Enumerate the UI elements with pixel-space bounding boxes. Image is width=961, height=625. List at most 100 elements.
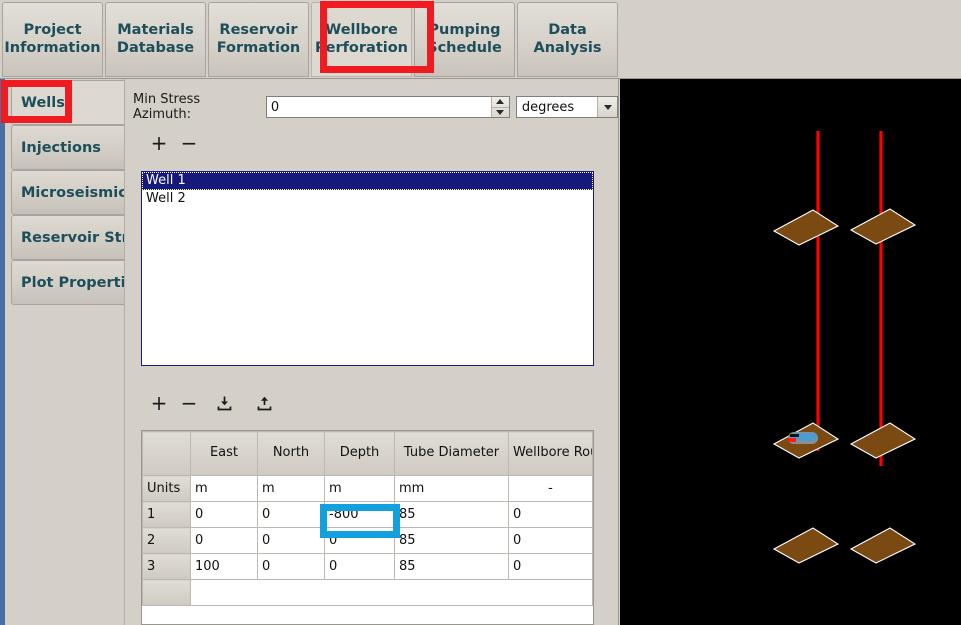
row-header[interactable]: Units xyxy=(142,475,191,502)
cell-depth[interactable]: -800 xyxy=(324,501,395,528)
list-item[interactable]: Well 1 xyxy=(142,172,593,190)
min-stress-azimuth-row: Min Stress Azimuth: degrees xyxy=(133,92,618,122)
application-window: Project Information Materials Database R… xyxy=(0,0,961,625)
min-stress-azimuth-label: Min Stress Azimuth: xyxy=(133,92,201,122)
cell-east[interactable]: m xyxy=(190,475,258,502)
wells-editor-panel: Min Stress Azimuth: degrees xyxy=(126,79,619,625)
row-header[interactable] xyxy=(142,579,191,606)
sidebar-item-injections[interactable]: Injections xyxy=(11,125,124,170)
wells-list[interactable]: Well 1 Well 2 xyxy=(141,171,594,366)
table-header-row: East North Depth Tube Diameter Wellbore … xyxy=(142,431,593,476)
sidebar-item-microseismic[interactable]: Microseismic xyxy=(11,170,125,215)
tab-materials-database[interactable]: Materials Database xyxy=(105,2,206,77)
column-header-index[interactable] xyxy=(142,431,191,476)
cell-east[interactable]: 100 xyxy=(190,553,258,580)
sidebar-item-wells[interactable]: Wells xyxy=(11,80,124,125)
add-well-button[interactable]: + xyxy=(144,129,174,157)
tab-reservoir-formation[interactable]: Reservoir Formation xyxy=(208,2,309,77)
cell-north[interactable]: 0 xyxy=(257,501,325,528)
cell-north[interactable]: m xyxy=(257,475,325,502)
table-row[interactable]: Units m m m mm - xyxy=(142,475,593,502)
tab-line2: Information xyxy=(4,39,101,56)
cell-east[interactable]: 0 xyxy=(190,501,258,528)
tab-project-information[interactable]: Project Information xyxy=(2,2,103,77)
cell-tube-diameter[interactable]: mm xyxy=(394,475,509,502)
well-points-table[interactable]: East North Depth Tube Diameter Wellbore … xyxy=(141,430,594,625)
column-header-north[interactable]: North xyxy=(257,431,325,476)
perforation-red-tip xyxy=(788,438,796,442)
column-header-east[interactable]: East xyxy=(190,431,258,476)
wellbore-3d-viewport[interactable] xyxy=(620,79,961,625)
table-body: Units m m m mm - 1 0 0 -800 85 0 2 0 0 0… xyxy=(142,475,593,606)
sidebar-item-reservoir-stress[interactable]: Reservoir Stre xyxy=(11,215,124,260)
tab-line1: Materials xyxy=(117,21,194,38)
table-row[interactable]: 1 0 0 -800 85 0 xyxy=(142,501,593,528)
tab-data-analysis[interactable]: Data Analysis xyxy=(517,2,618,77)
row-header[interactable]: 1 xyxy=(142,501,191,528)
column-header-wellbore-roughness[interactable]: Wellbore Roughness xyxy=(508,431,593,476)
export-button[interactable] xyxy=(244,389,284,417)
cell-north[interactable]: 0 xyxy=(257,527,325,554)
min-stress-azimuth-spinner[interactable] xyxy=(265,96,510,118)
row-header[interactable]: 3 xyxy=(142,553,191,580)
tab-materials-database-label: Materials Database xyxy=(114,22,197,57)
import-button[interactable] xyxy=(204,389,244,417)
tab-data-analysis-label: Data Analysis xyxy=(531,22,605,57)
cell-wellbore-roughness[interactable]: 0 xyxy=(508,527,593,554)
wells-list-toolbar: + − xyxy=(144,129,204,157)
tab-line1: Wellbore xyxy=(325,21,398,38)
tab-line2: Schedule xyxy=(427,39,502,56)
azimuth-unit-dropdown[interactable]: degrees xyxy=(515,96,618,118)
upload-icon xyxy=(257,396,271,410)
cell-empty[interactable] xyxy=(190,579,593,606)
sidebar-item-plot-properties[interactable]: Plot Propertie xyxy=(11,260,125,305)
cell-tube-diameter[interactable]: 85 xyxy=(394,501,509,528)
table-row-empty[interactable] xyxy=(142,579,593,606)
tab-pumping-schedule[interactable]: Pumping Schedule xyxy=(414,2,515,77)
chevron-down-icon xyxy=(496,109,505,115)
sidebar-item-plot-properties-label: Plot Propertie xyxy=(21,274,125,291)
table-row[interactable]: 2 0 0 0 85 0 xyxy=(142,527,593,554)
cell-tube-diameter[interactable]: 85 xyxy=(394,553,509,580)
wellbore-3d-scene xyxy=(620,79,961,625)
remove-well-button[interactable]: − xyxy=(174,129,204,157)
spinner-buttons xyxy=(490,97,509,118)
tab-wellbore-perforation-label: Wellbore Perforation xyxy=(312,22,411,57)
top-tab-list: Project Information Materials Database R… xyxy=(2,2,620,77)
column-header-depth[interactable]: Depth xyxy=(324,431,395,476)
tab-line2: Formation xyxy=(216,39,301,56)
tab-line2: Analysis xyxy=(533,39,602,56)
table-row[interactable]: 3 100 0 0 85 0 xyxy=(142,553,593,580)
tab-line1: Data xyxy=(548,21,587,38)
cell-wellbore-roughness[interactable]: - xyxy=(508,475,593,502)
list-item[interactable]: Well 2 xyxy=(142,190,593,208)
cell-wellbore-roughness[interactable]: 0 xyxy=(508,501,593,528)
spinner-increment-button[interactable] xyxy=(492,97,509,107)
tab-wellbore-perforation[interactable]: Wellbore Perforation xyxy=(311,2,412,77)
cell-depth[interactable]: 0 xyxy=(324,553,395,580)
tab-line1: Project xyxy=(23,21,82,38)
cell-east[interactable]: 0 xyxy=(190,527,258,554)
cell-depth[interactable]: 0 xyxy=(324,527,395,554)
column-header-tube-diameter[interactable]: Tube Diameter xyxy=(394,431,509,476)
chevron-down-icon xyxy=(597,97,617,117)
sidebar-item-reservoir-stress-label: Reservoir Stre xyxy=(21,229,124,246)
min-stress-azimuth-input[interactable] xyxy=(266,97,491,117)
add-row-button[interactable]: + xyxy=(144,389,174,417)
cell-wellbore-roughness[interactable]: 0 xyxy=(508,553,593,580)
table-head: East North Depth Tube Diameter Wellbore … xyxy=(142,431,593,476)
tab-line1: Reservoir xyxy=(219,21,298,38)
row-header[interactable]: 2 xyxy=(142,527,191,554)
tab-line1: Pumping xyxy=(428,21,501,38)
cell-tube-diameter[interactable]: 85 xyxy=(394,527,509,554)
tab-reservoir-formation-label: Reservoir Formation xyxy=(214,22,304,57)
sidebar-item-microseismic-label: Microseismic xyxy=(21,184,125,201)
spinner-decrement-button[interactable] xyxy=(491,106,509,118)
tab-pumping-schedule-label: Pumping Schedule xyxy=(424,22,505,57)
well-points-grid: East North Depth Tube Diameter Wellbore … xyxy=(142,431,593,606)
remove-row-button[interactable]: − xyxy=(174,389,204,417)
cell-north[interactable]: 0 xyxy=(257,553,325,580)
perforation-marker xyxy=(788,432,818,444)
sidebar-item-wells-label: Wells xyxy=(21,94,65,111)
cell-depth[interactable]: m xyxy=(324,475,395,502)
